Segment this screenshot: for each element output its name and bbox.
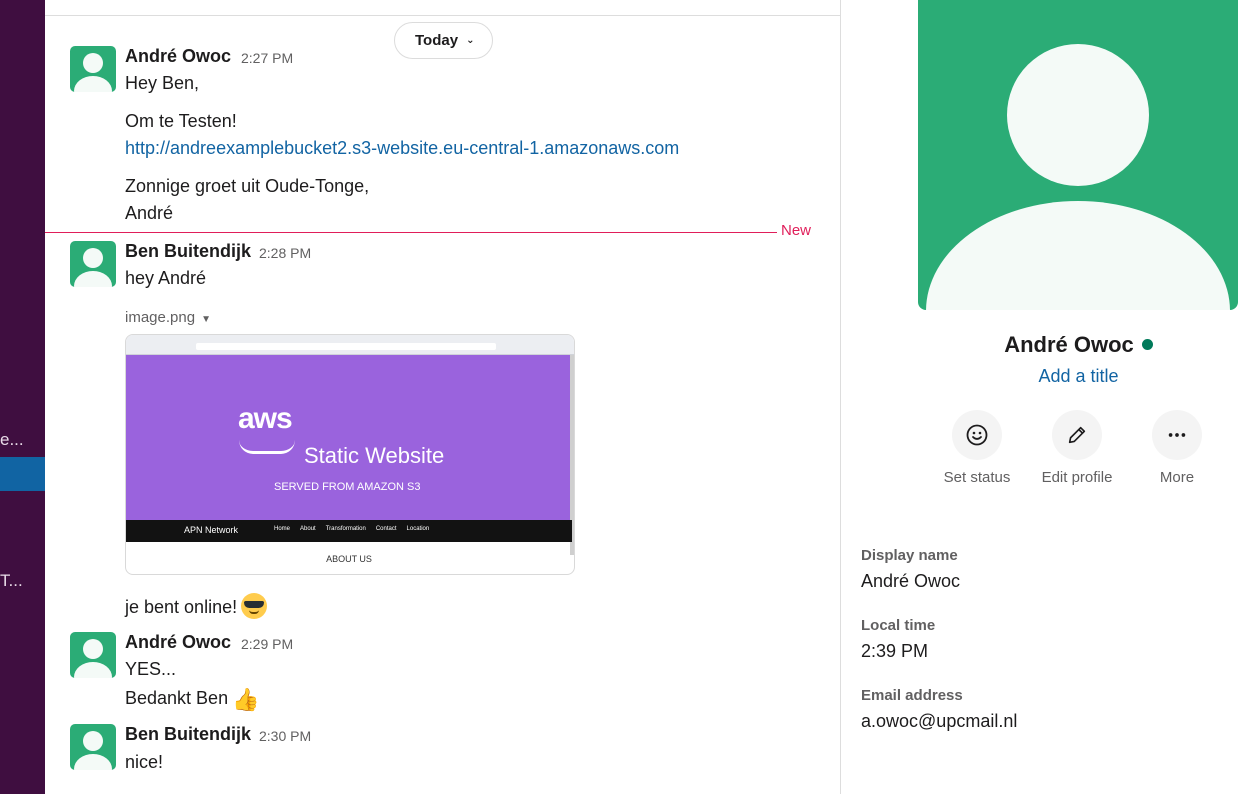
message-line: Bedankt Ben xyxy=(125,688,229,708)
message-text: nice! xyxy=(125,752,164,772)
nav-link: About xyxy=(300,526,316,532)
profile-photo[interactable] xyxy=(918,0,1238,310)
chevron-down-icon: ⌄ xyxy=(466,35,475,46)
website-navbar: APN Network Home About Transformation Co… xyxy=(126,520,572,542)
local-time-value: 2:39 PM xyxy=(861,641,929,661)
message-text: André xyxy=(125,203,174,223)
message-text: YES... xyxy=(125,659,177,679)
message-text: Hey Ben, xyxy=(125,73,200,93)
message-text: hey André xyxy=(125,268,207,288)
date-divider-button[interactable]: Today ⌄ xyxy=(394,22,494,59)
nav-link: Home xyxy=(274,526,291,532)
message-timestamp[interactable]: 2:29 PM xyxy=(241,636,293,652)
display-name-label: Display name xyxy=(861,547,958,564)
edit-profile-button[interactable]: Edit profile xyxy=(1027,410,1127,486)
pencil-icon xyxy=(1052,410,1102,460)
set-status-label: Set status xyxy=(943,469,1011,486)
new-messages-divider xyxy=(45,232,777,233)
message-text: Zonnige groet uit Oude-Tonge, xyxy=(125,176,370,196)
avatar[interactable] xyxy=(70,241,116,287)
smiley-icon xyxy=(952,410,1002,460)
nav-link: Transformation xyxy=(325,526,366,532)
file-name: image.png xyxy=(125,309,196,326)
browser-chrome xyxy=(126,335,574,355)
sidebar-item-active[interactable] xyxy=(0,457,45,491)
nav-link: Contact xyxy=(375,526,397,532)
sidebar-item-truncated[interactable]: e... xyxy=(0,430,24,450)
message-author[interactable]: André Owoc xyxy=(125,46,231,67)
thumbs-up-emoji-icon: 👍 xyxy=(232,687,260,712)
file-name-toggle[interactable]: image.png ▼ xyxy=(125,309,211,326)
profile-panel: André Owoc Add a title Set status Edit p… xyxy=(840,0,1255,794)
set-status-button[interactable]: Set status xyxy=(927,410,1027,486)
new-messages-label: New xyxy=(781,222,812,239)
hero-title: Static Website xyxy=(304,443,445,468)
hero-subtitle: SERVED FROM AMAZON S3 xyxy=(274,481,421,493)
caret-down-icon: ▼ xyxy=(201,314,211,325)
message-author[interactable]: Ben Buitendijk xyxy=(125,241,251,262)
nav-link: Location xyxy=(406,526,430,532)
sunglasses-emoji-icon xyxy=(241,593,268,619)
avatar[interactable] xyxy=(70,632,116,678)
about-section-heading: ABOUT US xyxy=(326,554,372,564)
image-attachment[interactable]: aws Static Website SERVED FROM AMAZON S3… xyxy=(125,334,575,575)
profile-name: André Owoc xyxy=(1004,332,1134,357)
message-link[interactable]: http://andreexamplebucket2.s3-website.eu… xyxy=(125,138,679,159)
date-divider-label: Today xyxy=(415,32,459,49)
avatar[interactable] xyxy=(70,724,116,770)
email-label: Email address xyxy=(861,687,963,704)
more-button[interactable]: More xyxy=(1127,410,1227,486)
message-author[interactable]: Ben Buitendijk xyxy=(125,724,251,745)
nav-brand: APN Network xyxy=(184,525,239,535)
message-timestamp[interactable]: 2:28 PM xyxy=(259,245,311,261)
message-timestamp[interactable]: 2:30 PM xyxy=(259,728,311,744)
message-text: Bedankt Ben 👍 xyxy=(125,687,259,713)
sidebar-item-truncated[interactable]: T... xyxy=(0,571,23,591)
ellipsis-icon xyxy=(1152,410,1202,460)
workspace-sidebar: e... T... xyxy=(0,0,45,794)
add-title-link[interactable]: Add a title xyxy=(841,366,1255,387)
display-name-value: André Owoc xyxy=(861,571,961,591)
email-link[interactable]: a.owoc@upcmail.nl xyxy=(861,711,1017,732)
message-timestamp[interactable]: 2:27 PM xyxy=(241,50,293,66)
message-text: je bent online! xyxy=(125,593,268,619)
caption-text: je bent online! xyxy=(125,597,238,617)
message-text: Om te Testen! xyxy=(125,111,237,131)
aws-logo: aws xyxy=(238,402,293,435)
avatar[interactable] xyxy=(70,46,116,92)
edit-profile-label: Edit profile xyxy=(1041,469,1113,486)
message-author[interactable]: André Owoc xyxy=(125,632,231,653)
message-pane: Today ⌄ André Owoc 2:27 PM Hey Ben, Om t… xyxy=(45,0,840,794)
more-label: More xyxy=(1159,469,1195,486)
presence-active-icon xyxy=(1141,339,1153,350)
divider xyxy=(45,15,840,16)
profile-name-row: André Owoc xyxy=(841,332,1255,358)
local-time-label: Local time xyxy=(861,617,936,634)
aws-smile-icon xyxy=(239,440,295,454)
website-hero: aws Static Website SERVED FROM AMAZON S3 xyxy=(126,355,572,520)
